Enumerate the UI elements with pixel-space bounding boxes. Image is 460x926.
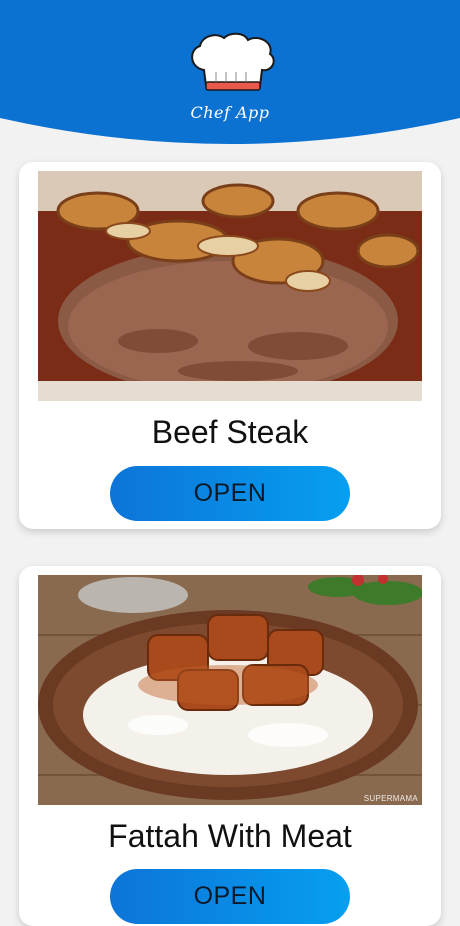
open-recipe-button[interactable]: OPEN: [110, 869, 350, 924]
recipe-card[interactable]: SUPERMAMA Fattah With Meat OPEN: [19, 566, 441, 926]
recipe-title: Fattah With Meat: [108, 818, 352, 854]
recipe-title: Beef Steak: [151, 414, 309, 450]
image-watermark: SUPERMAMA: [363, 794, 418, 803]
fattah-with-meat-image: SUPERMAMA: [38, 575, 422, 805]
chef-hat-icon: [191, 32, 275, 91]
recipe-card[interactable]: Beef Steak OPEN: [19, 162, 441, 529]
app-title: Chef App: [190, 103, 270, 122]
beef-steak-image: [38, 171, 422, 401]
app-header: Chef App: [0, 0, 460, 146]
open-recipe-button[interactable]: OPEN: [110, 466, 350, 521]
